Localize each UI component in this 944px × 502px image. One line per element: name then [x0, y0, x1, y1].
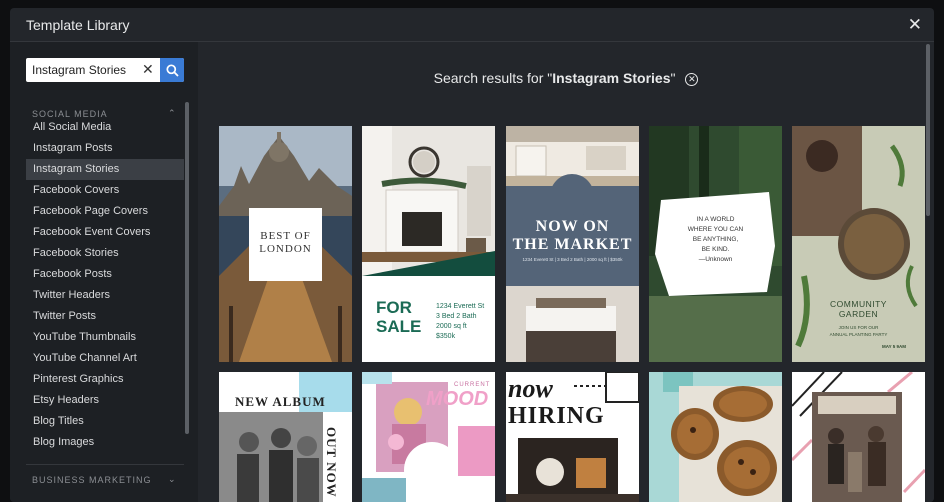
- sidebar-item-facebook-covers[interactable]: Facebook Covers: [26, 180, 184, 201]
- results-scrollbar[interactable]: [926, 44, 930, 216]
- chevron-down-icon[interactable]: ⌄: [168, 474, 176, 485]
- sidebar-item-blog-titles[interactable]: Blog Titles: [26, 411, 184, 432]
- template-card-be-kind-quote[interactable]: IN A WORLD WHERE YOU CAN BE ANYTHING, BE KI…: [649, 126, 782, 362]
- card-text: IN A WORLD WHERE YOU CAN BE ANYTHING, BE KI…: [687, 216, 744, 263]
- sidebar-item-blog-images[interactable]: Blog Images: [26, 432, 184, 453]
- sidebar: ✕ SOCIAL MEDIA ⌃ All Social Media Instag…: [10, 42, 198, 502]
- card-text: NEW ALBUM: [235, 394, 326, 409]
- results-panel: Search results for "Instagram Stories" ✕…: [198, 42, 934, 502]
- close-icon[interactable]: ✕: [908, 16, 922, 33]
- card-text: MOOD: [426, 388, 489, 410]
- template-card-cookies[interactable]: [649, 372, 782, 502]
- sidebar-item-youtube-thumbnails[interactable]: YouTube Thumbnails: [26, 327, 184, 348]
- sidebar-item-instagram-posts[interactable]: Instagram Posts: [26, 138, 184, 159]
- template-card-current-mood[interactable]: CURRENT MOOD: [362, 372, 495, 502]
- results-query: Instagram Stories: [552, 70, 671, 86]
- window-title: Template Library: [26, 17, 130, 33]
- sidebar-item-twitter-posts[interactable]: Twitter Posts: [26, 306, 184, 327]
- card-text: 1234 Everett St 3 Bed 2 Bath 2000 sq ft $35…: [436, 303, 485, 340]
- sidebar-item-facebook-event-covers[interactable]: Facebook Event Covers: [26, 222, 184, 243]
- template-card-now-on-the-market[interactable]: NOW ON THE MARKET 1234 Everett St | 3 Bed…: [506, 126, 639, 362]
- results-prefix: Search results for ": [433, 70, 553, 86]
- search-results-heading: Search results for "Instagram Stories" ✕: [198, 70, 934, 86]
- template-card-now-hiring[interactable]: now HIRING: [506, 372, 639, 502]
- card-subtext: 1234 Everett St | 3 Bed 2 Bath | 2000 sq…: [522, 257, 623, 262]
- sidebar-divider: [26, 464, 184, 465]
- clear-search-icon[interactable]: ✕: [142, 61, 154, 78]
- results-suffix: ": [670, 70, 676, 86]
- sidebar-item-instagram-stories[interactable]: Instagram Stories: [26, 159, 184, 180]
- sidebar-item-all-social-media[interactable]: All Social Media: [26, 117, 184, 138]
- sidebar-item-facebook-posts[interactable]: Facebook Posts: [26, 264, 184, 285]
- title-bar: Template Library ✕: [10, 8, 934, 42]
- template-library-modal: Template Library ✕ ✕ SOCIAL MEDIA ⌃ All …: [10, 8, 934, 502]
- sidebar-item-facebook-page-covers[interactable]: Facebook Page Covers: [26, 201, 184, 222]
- card-text: BEST OF LONDON: [259, 230, 312, 255]
- card-text: COMMUNITY GARDEN: [830, 299, 887, 319]
- search-icon: [165, 63, 179, 77]
- search-button[interactable]: [160, 58, 184, 82]
- sidebar-item-etsy-headers[interactable]: Etsy Headers: [26, 390, 184, 411]
- template-card-new-album[interactable]: NEW ALBUM OUT NOW: [219, 372, 352, 502]
- card-text: NOW ON THE MARKET: [512, 218, 633, 253]
- sidebar-nav: All Social Media Instagram Posts Instagr…: [26, 117, 184, 453]
- card-text: OUT NOW: [324, 427, 339, 498]
- card-text: FOR SALE: [376, 298, 422, 336]
- sidebar-scrollbar[interactable]: [185, 102, 189, 434]
- sidebar-item-facebook-stories[interactable]: Facebook Stories: [26, 243, 184, 264]
- template-card-community-garden[interactable]: COMMUNITY GARDEN JOIN US FOR OUR ANNUAL PL…: [792, 126, 925, 362]
- template-card-for-sale[interactable]: FOR SALE 1234 Everett St 3 Bed 2 Bath 2000 …: [362, 126, 495, 362]
- sidebar-item-pinterest-graphics[interactable]: Pinterest Graphics: [26, 369, 184, 390]
- sidebar-item-youtube-channel-art[interactable]: YouTube Channel Art: [26, 348, 184, 369]
- sidebar-item-twitter-headers[interactable]: Twitter Headers: [26, 285, 184, 306]
- card-date: MAY 5 9AM: [882, 344, 907, 349]
- template-card-fashion-store[interactable]: [792, 372, 925, 502]
- clear-results-icon[interactable]: ✕: [685, 73, 699, 86]
- search-box: ✕: [26, 58, 184, 82]
- card-subtext: JOIN US FOR OUR ANNUAL PLANTING PARTY: [829, 325, 888, 337]
- section-business-marketing[interactable]: BUSINESS MARKETING: [32, 475, 152, 485]
- search-input[interactable]: [26, 58, 136, 82]
- card-text: HIRING: [508, 403, 605, 429]
- template-card-best-of-london[interactable]: BEST OF LONDON: [219, 126, 352, 362]
- card-text: now: [508, 374, 553, 403]
